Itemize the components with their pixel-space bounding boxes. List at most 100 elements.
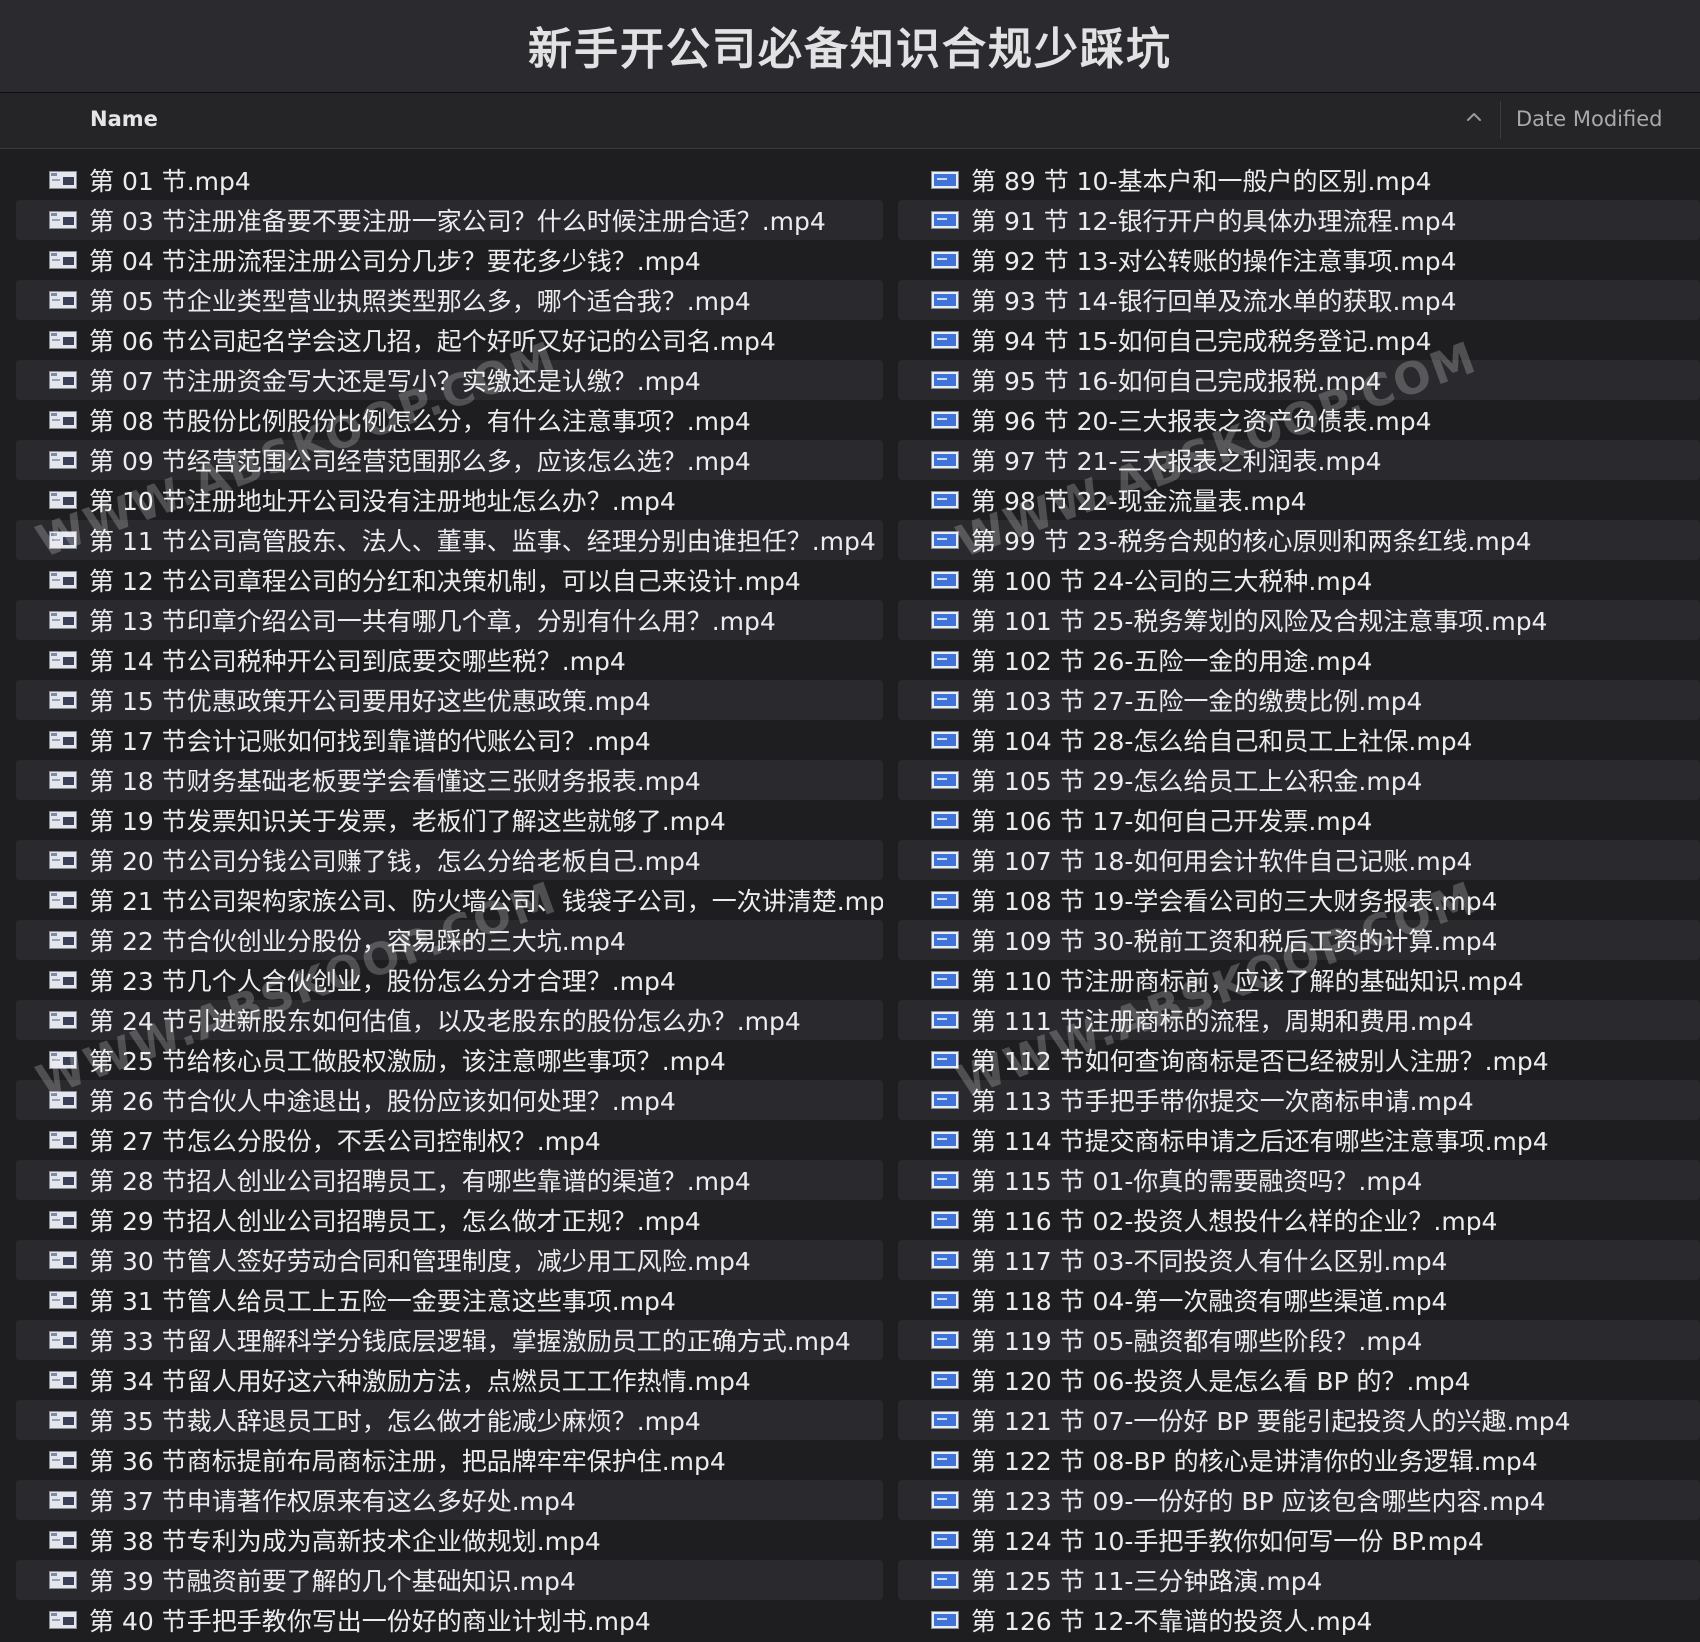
file-row[interactable]: 第 38 节专利为成为高新技术企业做规划.mp4 [16,1520,883,1560]
file-row[interactable]: 第 21 节公司架构家族公司、防火墙公司、钱袋子公司，一次讲清楚.mp4 [16,880,883,920]
file-row[interactable]: 第 19 节发票知识关于发票，老板们了解这些就够了.mp4 [16,800,883,840]
sort-ascending-icon[interactable] [1462,105,1486,129]
file-row[interactable]: 第 115 节 01-你真的需要融资吗？.mp4 [898,1160,1700,1200]
file-row[interactable]: 第 07 节注册资金写大还是写小？实缴还是认缴？.mp4 [16,360,883,400]
file-name: 第 112 节如何查询商标是否已经被别人注册？.mp4 [971,1047,1549,1076]
video-thumbnail-icon [931,371,959,389]
file-row[interactable]: 第 33 节留人理解科学分钱底层逻辑，掌握激励员工的正确方式.mp4 [16,1320,883,1360]
file-row[interactable]: 第 36 节商标提前布局商标注册，把品牌牢牢保护住.mp4 [16,1440,883,1480]
file-row[interactable]: 第 30 节管人签好劳动合同和管理制度，减少用工风险.mp4 [16,1240,883,1280]
file-row[interactable]: 第 100 节 24-公司的三大税种.mp4 [898,560,1700,600]
file-row[interactable]: 第 107 节 18-如何用会计软件自己记账.mp4 [898,840,1700,880]
file-row[interactable]: 第 04 节注册流程注册公司分几步？要花多少钱？.mp4 [16,240,883,280]
file-row[interactable]: 第 122 节 08-BP 的核心是讲清你的业务逻辑.mp4 [898,1440,1700,1480]
file-row[interactable]: 第 31 节管人给员工上五险一金要注意这些事项.mp4 [16,1280,883,1320]
file-row[interactable]: 第 123 节 09-一份好的 BP 应该包含哪些内容.mp4 [898,1480,1700,1520]
file-row[interactable]: 第 89 节 10-基本户和一般户的区别.mp4 [898,160,1700,200]
file-name: 第 26 节合伙人中途退出，股份应该如何处理？.mp4 [89,1087,676,1116]
file-row[interactable]: 第 93 节 14-银行回单及流水单的获取.mp4 [898,280,1700,320]
file-row[interactable]: 第 20 节公司分钱公司赚了钱，怎么分给老板自己.mp4 [16,840,883,880]
file-row[interactable]: 第 111 节注册商标的流程，周期和费用.mp4 [898,1000,1700,1040]
file-row[interactable]: 第 106 节 17-如何自己开发票.mp4 [898,800,1700,840]
video-thumbnail-icon [931,331,959,349]
file-name: 第 105 节 29-怎么给员工上公积金.mp4 [971,767,1423,796]
file-row[interactable]: 第 17 节会计记账如何找到靠谱的代账公司？.mp4 [16,720,883,760]
video-thumbnail-icon [931,1331,959,1349]
file-name: 第 30 节管人签好劳动合同和管理制度，减少用工风险.mp4 [89,1247,751,1276]
file-row[interactable]: 第 117 节 03-不同投资人有什么区别.mp4 [898,1240,1700,1280]
file-row[interactable]: 第 05 节企业类型营业执照类型那么多，哪个适合我？.mp4 [16,280,883,320]
file-row[interactable]: 第 97 节 21-三大报表之利润表.mp4 [898,440,1700,480]
file-row[interactable]: 第 99 节 23-税务合规的核心原则和两条红线.mp4 [898,520,1700,560]
file-row[interactable]: 第 105 节 29-怎么给员工上公积金.mp4 [898,760,1700,800]
file-row[interactable]: 第 15 节优惠政策开公司要用好这些优惠政策.mp4 [16,680,883,720]
video-thumbnail-icon [931,411,959,429]
file-row[interactable]: 第 06 节公司起名学会这几招，起个好听又好记的公司名.mp4 [16,320,883,360]
file-row[interactable]: 第 27 节怎么分股份，不丢公司控制权？.mp4 [16,1120,883,1160]
file-row[interactable]: 第 101 节 25-税务筹划的风险及合规注意事项.mp4 [898,600,1700,640]
file-row[interactable]: 第 01 节.mp4 [16,160,883,200]
file-row[interactable]: 第 112 节如何查询商标是否已经被别人注册？.mp4 [898,1040,1700,1080]
file-row[interactable]: 第 14 节公司税种开公司到底要交哪些税？.mp4 [16,640,883,680]
file-row[interactable]: 第 37 节申请著作权原来有这么多好处.mp4 [16,1480,883,1520]
file-row[interactable]: 第 119 节 05-融资都有哪些阶段？.mp4 [898,1320,1700,1360]
file-row[interactable]: 第 103 节 27-五险一金的缴费比例.mp4 [898,680,1700,720]
file-row[interactable]: 第 09 节经营范围公司经营范围那么多，应该怎么选？.mp4 [16,440,883,480]
file-name: 第 94 节 15-如何自己完成税务登记.mp4 [971,327,1432,356]
file-row[interactable]: 第 109 节 30-税前工资和税后工资的计算.mp4 [898,920,1700,960]
column-header-date-modified[interactable]: Date Modified [1516,107,1662,131]
file-row[interactable]: 第 104 节 28-怎么给自己和员工上社保.mp4 [898,720,1700,760]
column-header-name[interactable]: Name [90,107,158,131]
file-row[interactable]: 第 108 节 19-学会看公司的三大财务报表.mp4 [898,880,1700,920]
file-row[interactable]: 第 125 节 11-三分钟路演.mp4 [898,1560,1700,1600]
file-row[interactable]: 第 120 节 06-投资人是怎么看 BP 的？.mp4 [898,1360,1700,1400]
file-row[interactable]: 第 25 节给核心员工做股权激励，该注意哪些事项？.mp4 [16,1040,883,1080]
file-row[interactable]: 第 28 节招人创业公司招聘员工，有哪些靠谱的渠道？.mp4 [16,1160,883,1200]
video-thumbnail-icon [49,1091,77,1109]
video-thumbnail-icon [931,1491,959,1509]
video-thumbnail-icon [931,451,959,469]
file-row[interactable]: 第 114 节提交商标申请之后还有哪些注意事项.mp4 [898,1120,1700,1160]
file-row[interactable]: 第 10 节注册地址开公司没有注册地址怎么办？.mp4 [16,480,883,520]
file-row[interactable]: 第 92 节 13-对公转账的操作注意事项.mp4 [898,240,1700,280]
file-row[interactable]: 第 98 节 22-现金流量表.mp4 [898,480,1700,520]
file-row[interactable]: 第 39 节融资前要了解的几个基础知识.mp4 [16,1560,883,1600]
video-thumbnail-icon [931,1371,959,1389]
file-row[interactable]: 第 23 节几个人合伙创业，股份怎么分才合理？.mp4 [16,960,883,1000]
video-thumbnail-icon [49,1251,77,1269]
file-row[interactable]: 第 03 节注册准备要不要注册一家公司？什么时候注册合适？.mp4 [16,200,883,240]
file-row[interactable]: 第 118 节 04-第一次融资有哪些渠道.mp4 [898,1280,1700,1320]
column-divider[interactable] [1500,101,1501,139]
file-name: 第 33 节留人理解科学分钱底层逻辑，掌握激励员工的正确方式.mp4 [89,1327,851,1356]
file-row[interactable]: 第 110 节注册商标前，应该了解的基础知识.mp4 [898,960,1700,1000]
file-row[interactable]: 第 12 节公司章程公司的分红和决策机制，可以自己来设计.mp4 [16,560,883,600]
file-row[interactable]: 第 96 节 20-三大报表之资产负债表.mp4 [898,400,1700,440]
file-name: 第 37 节申请著作权原来有这么多好处.mp4 [89,1487,576,1516]
file-row[interactable]: 第 35 节裁人辞退员工时，怎么做才能减少麻烦？.mp4 [16,1400,883,1440]
file-row[interactable]: 第 34 节留人用好这六种激励方法，点燃员工工作热情.mp4 [16,1360,883,1400]
file-row[interactable]: 第 11 节公司高管股东、法人、董事、监事、经理分别由谁担任？.mp4 [16,520,883,560]
file-row[interactable]: 第 24 节引进新股东如何估值，以及老股东的股份怎么办？.mp4 [16,1000,883,1040]
file-row[interactable]: 第 22 节合伙创业分股份，容易踩的三大坑.mp4 [16,920,883,960]
file-row[interactable]: 第 26 节合伙人中途退出，股份应该如何处理？.mp4 [16,1080,883,1120]
file-name: 第 99 节 23-税务合规的核心原则和两条红线.mp4 [971,527,1532,556]
file-row[interactable]: 第 18 节财务基础老板要学会看懂这三张财务报表.mp4 [16,760,883,800]
file-row[interactable]: 第 124 节 10-手把手教你如何写一份 BP.mp4 [898,1520,1700,1560]
file-name: 第 89 节 10-基本户和一般户的区别.mp4 [971,167,1432,196]
file-row[interactable]: 第 08 节股份比例股份比例怎么分，有什么注意事项？.mp4 [16,400,883,440]
file-row[interactable]: 第 29 节招人创业公司招聘员工，怎么做才正规？.mp4 [16,1200,883,1240]
file-row[interactable]: 第 121 节 07-一份好 BP 要能引起投资人的兴趣.mp4 [898,1400,1700,1440]
file-row[interactable]: 第 40 节手把手教你写出一份好的商业计划书.mp4 [16,1600,883,1640]
file-row[interactable]: 第 102 节 26-五险一金的用途.mp4 [898,640,1700,680]
video-thumbnail-icon [931,1091,959,1109]
file-row[interactable]: 第 91 节 12-银行开户的具体办理流程.mp4 [898,200,1700,240]
file-row[interactable]: 第 126 节 12-不靠谱的投资人.mp4 [898,1600,1700,1640]
file-row[interactable]: 第 95 节 16-如何自己完成报税.mp4 [898,360,1700,400]
file-name: 第 93 节 14-银行回单及流水单的获取.mp4 [971,287,1457,316]
file-row[interactable]: 第 116 节 02-投资人想投什么样的企业？.mp4 [898,1200,1700,1240]
file-name: 第 109 节 30-税前工资和税后工资的计算.mp4 [971,927,1498,956]
file-row[interactable]: 第 113 节手把手带你提交一次商标申请.mp4 [898,1080,1700,1120]
file-row[interactable]: 第 13 节印章介绍公司一共有哪几个章，分别有什么用？.mp4 [16,600,883,640]
file-row[interactable]: 第 94 节 15-如何自己完成税务登记.mp4 [898,320,1700,360]
file-name: 第 29 节招人创业公司招聘员工，怎么做才正规？.mp4 [89,1207,701,1236]
